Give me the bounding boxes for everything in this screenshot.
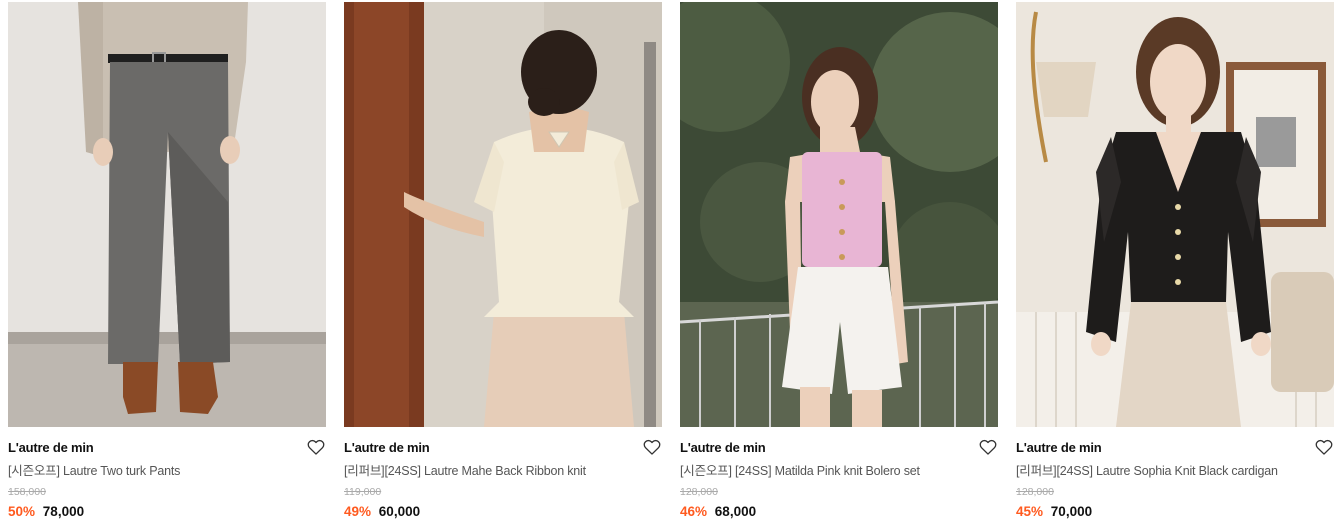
product-info: L'autre de min [시즌오프] [24SS] Matilda Pin… [680, 427, 998, 520]
discount-rate: 49% [344, 504, 372, 519]
product-image[interactable] [680, 2, 998, 427]
product-title[interactable]: [시즌오프] [24SS] Matilda Pink knit Bolero s… [680, 463, 998, 479]
product-title[interactable]: [리퍼브][24SS] Lautre Mahe Back Ribbon knit [344, 463, 662, 479]
discount-rate: 46% [680, 504, 708, 519]
brand-name[interactable]: L'autre de min [344, 439, 662, 456]
product-title[interactable]: [리퍼브][24SS] Lautre Sophia Knit Black car… [1016, 463, 1334, 479]
original-price: 158,000 [8, 486, 46, 498]
heart-outline-icon[interactable] [642, 437, 662, 457]
original-price: 119,000 [344, 486, 382, 498]
sale-price: 78,000 [42, 504, 85, 519]
brand-name[interactable]: L'autre de min [8, 439, 326, 456]
heart-outline-icon[interactable] [1314, 437, 1334, 457]
product-image[interactable] [8, 2, 326, 427]
product-image[interactable] [344, 2, 662, 427]
price-row: 50% 78,000 [8, 503, 326, 520]
sale-price: 60,000 [378, 504, 421, 519]
product-photo-pants [8, 2, 326, 427]
original-price: 128,000 [1016, 486, 1054, 498]
price-row: 46% 68,000 [680, 503, 998, 520]
product-info: L'autre de min [시즌오프] Lautre Two turk Pa… [8, 427, 326, 520]
product-grid: L'autre de min [시즌오프] Lautre Two turk Pa… [0, 0, 1342, 530]
product-card[interactable]: L'autre de min [시즌오프] [24SS] Matilda Pin… [680, 2, 998, 528]
product-info: L'autre de min [리퍼브][24SS] Lautre Sophia… [1016, 427, 1334, 520]
brand-name[interactable]: L'autre de min [680, 439, 998, 456]
product-title[interactable]: [시즌오프] Lautre Two turk Pants [8, 463, 326, 479]
heart-outline-icon[interactable] [978, 437, 998, 457]
price-row: 45% 70,000 [1016, 503, 1334, 520]
original-price: 128,000 [680, 486, 718, 498]
product-card[interactable]: L'autre de min [시즌오프] Lautre Two turk Pa… [8, 2, 326, 528]
heart-outline-icon[interactable] [306, 437, 326, 457]
product-info: L'autre de min [리퍼브][24SS] Lautre Mahe B… [344, 427, 662, 520]
discount-rate: 50% [8, 504, 36, 519]
sale-price: 68,000 [714, 504, 757, 519]
sale-price: 70,000 [1050, 504, 1093, 519]
product-photo-cardigan [1016, 2, 1334, 427]
product-photo-knit [344, 2, 662, 427]
product-photo-bolero [680, 2, 998, 427]
product-card[interactable]: L'autre de min [리퍼브][24SS] Lautre Sophia… [1016, 2, 1334, 528]
price-row: 49% 60,000 [344, 503, 662, 520]
brand-name[interactable]: L'autre de min [1016, 439, 1334, 456]
product-image[interactable] [1016, 2, 1334, 427]
discount-rate: 45% [1016, 504, 1044, 519]
product-card[interactable]: L'autre de min [리퍼브][24SS] Lautre Mahe B… [344, 2, 662, 528]
